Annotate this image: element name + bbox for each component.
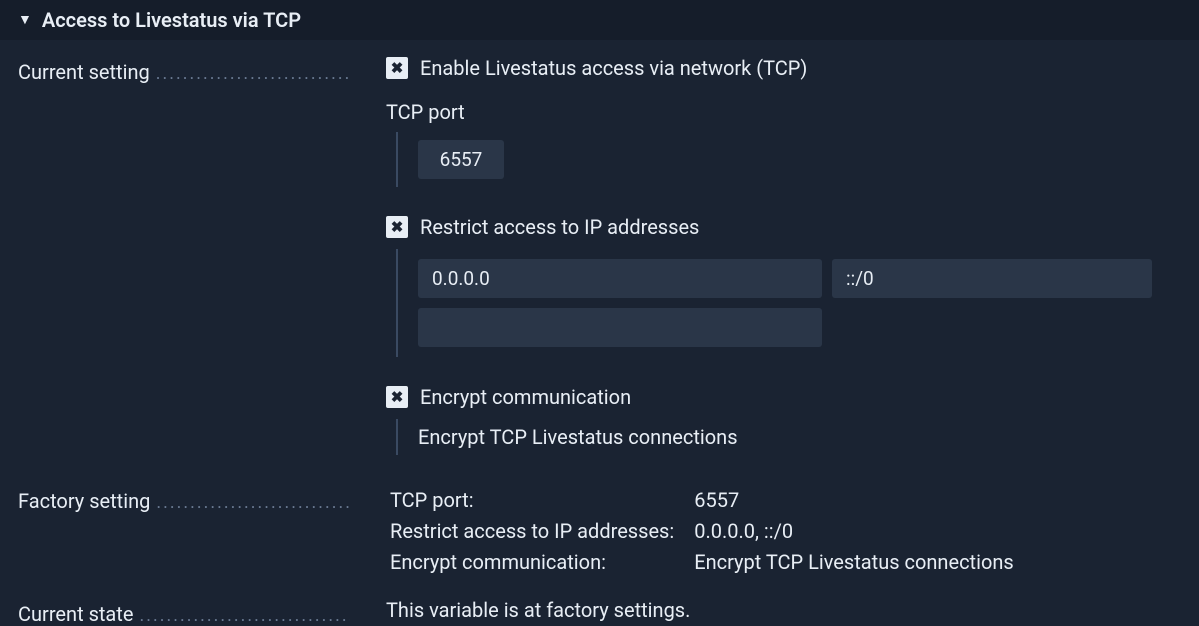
row-current-setting: Current setting ........................… — [18, 56, 1199, 455]
ip-indent — [396, 249, 1199, 357]
label-factory-setting: Factory setting — [18, 489, 150, 513]
encrypt-label: Encrypt communication — [420, 385, 631, 409]
row-factory-setting: Factory setting ........................… — [18, 485, 1199, 578]
row-current-state: Current state ..........................… — [18, 598, 1199, 626]
row-label: Factory setting ........................… — [18, 485, 350, 513]
restrict-label: Restrict access to IP addresses — [420, 215, 699, 239]
factory-key: Encrypt communication: — [390, 547, 694, 578]
state-text: This variable is at factory settings. — [386, 598, 690, 622]
tcp-port-input[interactable] — [418, 140, 504, 179]
dots-filler: ........................................ — [150, 63, 350, 84]
factory-val: Encrypt TCP Livestatus connections — [694, 547, 1014, 578]
dots-filler: ........................................ — [150, 492, 350, 513]
encrypt-row: ✖ Encrypt communication — [386, 385, 1199, 409]
section-header[interactable]: ▼ Access to Livestatus via TCP — [0, 0, 1199, 40]
encrypt-sub-text: Encrypt TCP Livestatus connections — [418, 425, 738, 449]
encrypt-indent: Encrypt TCP Livestatus connections — [396, 419, 1199, 455]
row-label: Current setting ........................… — [18, 56, 350, 84]
tcp-port-label: TCP port — [386, 100, 1199, 124]
ip-input-3[interactable] — [418, 308, 822, 347]
dots-filler: ........................................ — [133, 605, 350, 626]
collapse-icon: ▼ — [18, 13, 32, 27]
factory-table: TCP port: 6557 Restrict access to IP add… — [390, 485, 1014, 578]
row-value: TCP port: 6557 Restrict access to IP add… — [350, 485, 1199, 578]
ip-row-2 — [418, 308, 1199, 347]
tcp-port-indent — [396, 132, 1199, 187]
settings-page: ▼ Access to Livestatus via TCP Current s… — [0, 0, 1199, 626]
factory-row-restrict: Restrict access to IP addresses: 0.0.0.0… — [390, 516, 1014, 547]
tcp-port-block: TCP port — [386, 100, 1199, 187]
enable-checkbox[interactable]: ✖ — [386, 57, 408, 79]
row-value: ✖ Enable Livestatus access via network (… — [350, 56, 1199, 455]
factory-key: TCP port: — [390, 485, 694, 516]
restrict-checkbox[interactable]: ✖ — [386, 216, 408, 238]
label-current-setting: Current setting — [18, 60, 150, 84]
ip-input-2[interactable] — [832, 259, 1152, 298]
factory-val: 0.0.0.0, ::/0 — [694, 516, 1014, 547]
ip-input-1[interactable] — [418, 259, 822, 298]
ip-row-1 — [418, 259, 1199, 298]
section-content: Current setting ........................… — [0, 40, 1199, 626]
enable-row: ✖ Enable Livestatus access via network (… — [386, 56, 1199, 80]
section-title: Access to Livestatus via TCP — [42, 8, 301, 32]
label-current-state: Current state — [18, 602, 133, 626]
row-label: Current state ..........................… — [18, 598, 350, 626]
restrict-row: ✖ Restrict access to IP addresses — [386, 215, 1199, 239]
factory-val: 6557 — [694, 485, 1014, 516]
factory-row-encrypt: Encrypt communication: Encrypt TCP Lives… — [390, 547, 1014, 578]
enable-label: Enable Livestatus access via network (TC… — [420, 56, 807, 80]
row-value: This variable is at factory settings. — [350, 598, 1199, 622]
factory-key: Restrict access to IP addresses: — [390, 516, 694, 547]
encrypt-checkbox[interactable]: ✖ — [386, 386, 408, 408]
factory-row-tcp: TCP port: 6557 — [390, 485, 1014, 516]
